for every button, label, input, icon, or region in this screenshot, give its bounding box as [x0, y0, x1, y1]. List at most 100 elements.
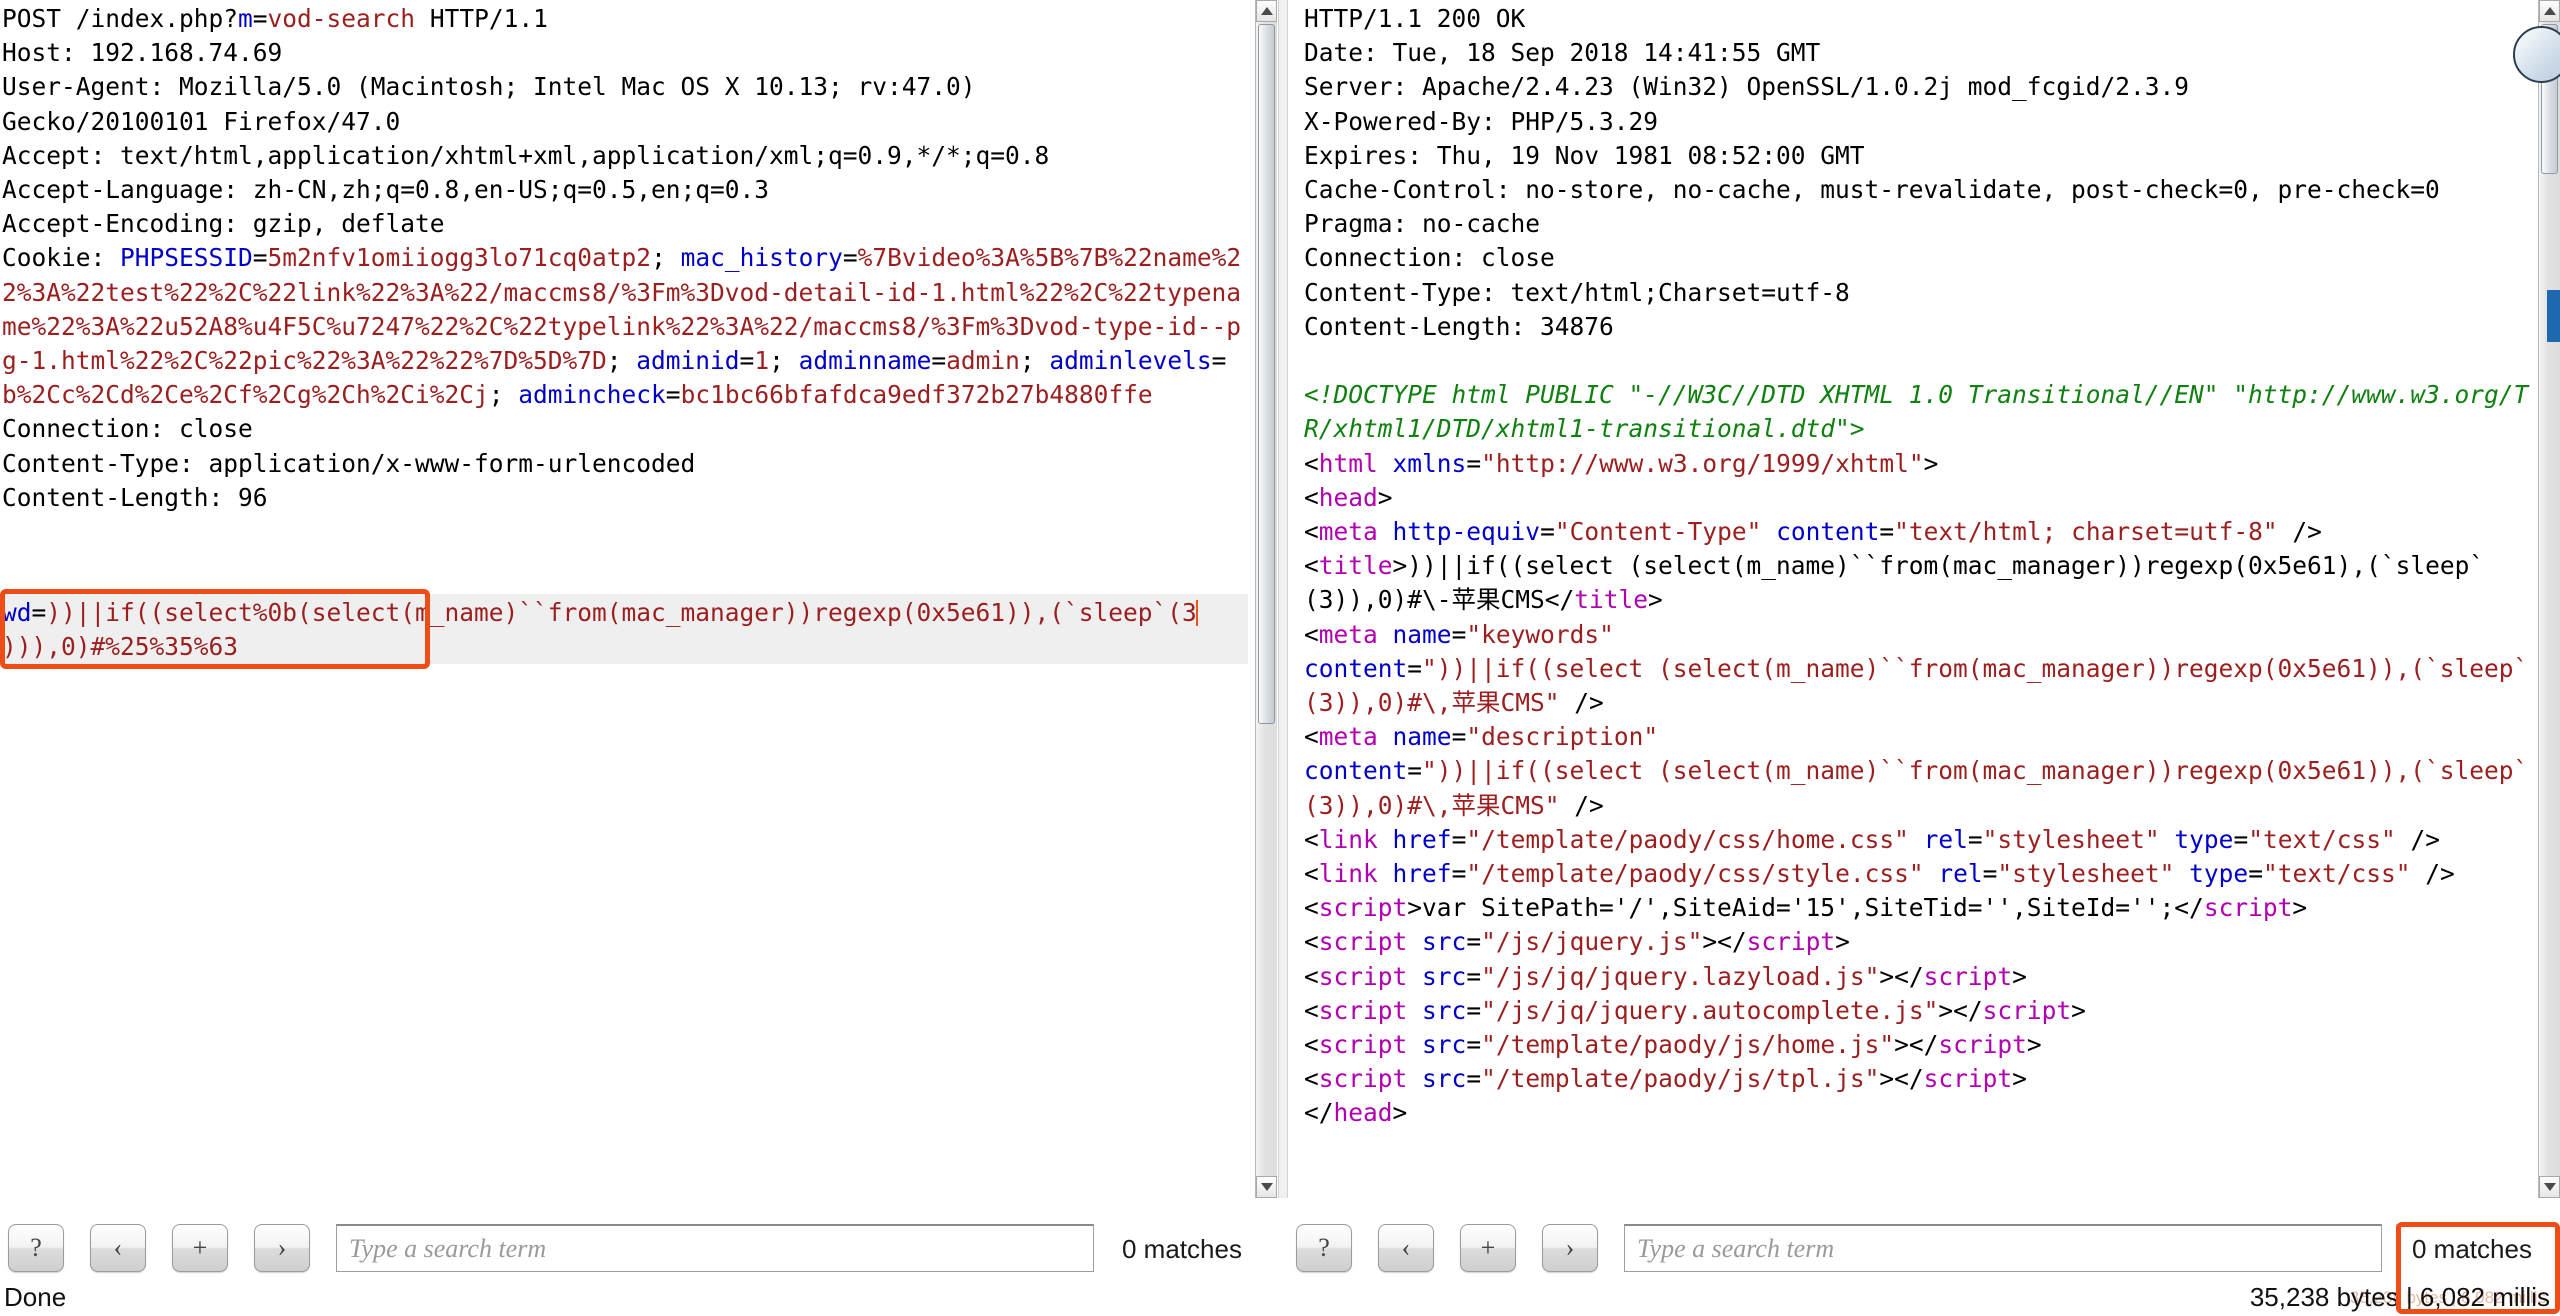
code-line: <head> [1304, 481, 2538, 515]
response-search-prev-button[interactable]: ‹ [1378, 1224, 1434, 1272]
code-token: POST /index.php? [2, 4, 238, 33]
request-search-help-button[interactable]: ? [8, 1224, 64, 1272]
code-token: Connection: close [2, 414, 253, 443]
code-line: Date: Tue, 18 Sep 2018 14:41:55 GMT [1304, 36, 2538, 70]
code-token: X-Powered-By: PHP/5.3.29 [1304, 107, 1658, 136]
code-token: name [1393, 722, 1452, 751]
scroll-up-button[interactable] [2539, 0, 2560, 22]
code-line: <script src="/js/jquery.js"></script> [1304, 925, 2538, 959]
code-token: </ [1717, 927, 1747, 956]
code-token: <!DOCTYPE html PUBLIC "-//W3C//DTD XHTML… [1304, 380, 2528, 443]
code-line: <script src="/template/paody/js/home.js"… [1304, 1028, 2538, 1062]
code-token: Pragma: no-cache [1304, 209, 1540, 238]
scroll-down-button[interactable] [1256, 1176, 1277, 1198]
code-token: http-equiv [1393, 517, 1541, 546]
code-token: mac_history [681, 243, 843, 272]
code-token: Gecko/20100101 Firefox/47.0 [2, 107, 400, 136]
request-search-next-button[interactable]: › [254, 1224, 310, 1272]
code-line: Pragma: no-cache [1304, 207, 2538, 241]
code-token: Content-Type: text/html;Charset=utf-8 [1304, 278, 1850, 307]
code-token: > [2027, 1030, 2042, 1059]
code-token: Content-Type: application/x-www-form-url… [2, 449, 695, 478]
code-token [1407, 927, 1422, 956]
text-caret [1196, 600, 1198, 626]
code-token [1407, 1064, 1422, 1093]
code-token [1378, 449, 1393, 478]
code-line: HTTP/1.1 200 OK [1304, 2, 2538, 36]
code-token: head [1319, 483, 1378, 512]
code-token: Accept-Language: zh-CN,zh;q=0.8,en-US;q=… [2, 175, 769, 204]
code-token: script [1983, 996, 2072, 1025]
code-token: = [2248, 859, 2263, 888]
response-text-area[interactable]: HTTP/1.1 200 OKDate: Tue, 18 Sep 2018 14… [1302, 0, 2538, 1198]
code-token [1407, 962, 1422, 991]
payload-value-part2: ))),0)#%25%35%63 [2, 632, 238, 661]
scroll-down-button[interactable] [2539, 1176, 2560, 1198]
code-token: rel [1924, 825, 1968, 854]
code-token: name [1393, 620, 1452, 649]
code-token: >var SitePath='/',SiteAid='15',SiteTid='… [1407, 893, 2174, 922]
response-search-add-button[interactable]: + [1460, 1224, 1516, 1272]
code-line: Cache-Control: no-store, no-cache, must-… [1304, 173, 2538, 207]
response-panel: HTTP/1.1 200 OKDate: Tue, 18 Sep 2018 14… [1288, 0, 2560, 1198]
scrollbar-thumb[interactable] [1258, 24, 1275, 724]
status-text: Done [4, 1282, 66, 1313]
code-token: "/template/paody/css/home.css" [1466, 825, 1909, 854]
code-token: User-Agent: Mozilla/5.0 (Macintosh; Inte… [2, 72, 976, 101]
code-token [2174, 859, 2189, 888]
request-search-prev-button[interactable]: ‹ [90, 1224, 146, 1272]
request-search-add-button[interactable]: + [172, 1224, 228, 1272]
code-token: > [1938, 996, 1953, 1025]
response-search-help-button[interactable]: ? [1296, 1224, 1352, 1272]
code-token: ; [489, 380, 519, 409]
code-token: = [1466, 996, 1481, 1025]
response-search-input[interactable]: Type a search term [1624, 1224, 2382, 1272]
code-token: = [1466, 927, 1481, 956]
code-line: Content-Length: 96 [2, 481, 1255, 515]
request-search-input[interactable]: Type a search term [336, 1224, 1094, 1272]
code-token: script [1319, 927, 1408, 956]
code-line: <script>var SitePath='/',SiteAid='15',Si… [1304, 891, 2538, 925]
code-token: Content-Length: 34876 [1304, 312, 1614, 341]
request-scrollbar[interactable] [1255, 0, 1277, 1198]
code-token: "/template/paody/css/style.css" [1466, 859, 1923, 888]
code-token [1378, 722, 1393, 751]
code-token: = [740, 346, 755, 375]
response-scrollbar[interactable] [2538, 0, 2560, 1198]
code-token: "/js/jquery.js" [1481, 927, 1702, 956]
code-token: "keywords" [1466, 620, 1614, 649]
code-line: <meta name="description" [1304, 720, 2538, 754]
code-token: = [843, 243, 858, 272]
code-token: = [1466, 962, 1481, 991]
code-token: > [1393, 1098, 1408, 1127]
request-payload-text[interactable]: wd=))||if((select%0b(select(m_name)``fro… [2, 596, 1252, 664]
panel-splitter[interactable] [1278, 0, 1288, 1198]
code-line: <!DOCTYPE html PUBLIC "-//W3C//DTD XHTML… [1304, 378, 2538, 446]
code-token: < [1304, 962, 1319, 991]
code-token: "/template/paody/js/home.js" [1481, 1030, 1894, 1059]
code-token: href [1393, 825, 1452, 854]
payload-param-name: wd [2, 598, 32, 627]
code-token: < [1304, 1030, 1319, 1059]
code-line: POST /index.php?m=vod-search HTTP/1.1 [2, 2, 1255, 36]
code-token: </ [1894, 1064, 1924, 1093]
code-token: 1 [754, 346, 769, 375]
code-token: "/js/jq/jquery.lazyload.js" [1481, 962, 1879, 991]
response-search-next-button[interactable]: › [1542, 1224, 1598, 1272]
code-token: = [1466, 1064, 1481, 1093]
code-token [1924, 859, 1939, 888]
code-token: = [1452, 859, 1467, 888]
code-token: script [1319, 1064, 1408, 1093]
code-line: Content-Length: 34876 [1304, 310, 2538, 344]
code-line [2, 515, 1255, 549]
code-token: content [1304, 654, 1407, 683]
code-line: User-Agent: Mozilla/5.0 (Macintosh; Inte… [2, 70, 1255, 104]
scroll-up-button[interactable] [1256, 0, 1277, 22]
code-token: < [1304, 927, 1319, 956]
code-token: /> [2396, 825, 2440, 854]
code-line: <html xmlns="http://www.w3.org/1999/xhtm… [1304, 447, 2538, 481]
code-token: admin [946, 346, 1020, 375]
code-line: Host: 192.168.74.69 [2, 36, 1255, 70]
code-token: </ [1909, 1030, 1939, 1059]
code-token: > [2292, 893, 2307, 922]
